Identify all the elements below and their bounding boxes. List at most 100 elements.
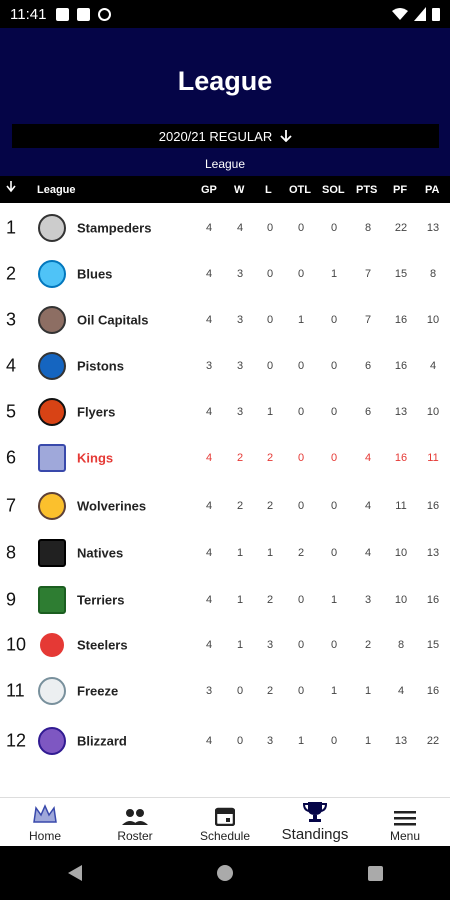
col-league[interactable]: League — [37, 184, 76, 196]
stat-pa: 15 — [426, 639, 440, 651]
stat-l: 1 — [266, 547, 274, 559]
table-row[interactable]: 2 Blues 4 3 0 0 1 7 15 8 — [0, 251, 450, 297]
stat-pf: 13 — [394, 735, 408, 747]
table-row[interactable]: 8 Natives 4 1 1 2 0 4 10 13 — [0, 530, 450, 576]
stat-pts: 8 — [364, 222, 372, 234]
stat-sol: 0 — [330, 639, 338, 651]
sort-arrow-icon[interactable] — [6, 181, 16, 196]
team-name: Stampeders — [77, 220, 152, 236]
league-subtitle: League — [204, 157, 246, 171]
stat-otl: 0 — [297, 222, 305, 234]
people-icon — [122, 809, 148, 825]
stat-otl: 0 — [297, 268, 305, 280]
team-name: Blues — [77, 266, 113, 282]
table-row[interactable]: 5 Flyers 4 3 1 0 0 6 13 10 — [0, 389, 450, 435]
stat-otl: 0 — [297, 452, 305, 464]
stat-otl: 1 — [297, 314, 305, 326]
nav-label-schedule: Schedule — [199, 829, 251, 843]
stat-l: 2 — [266, 685, 274, 697]
stat-l: 0 — [266, 314, 274, 326]
stat-sol: 1 — [330, 268, 338, 280]
home-icon[interactable] — [216, 865, 233, 881]
stat-w: 2 — [236, 452, 244, 464]
col-w[interactable]: W — [234, 184, 244, 196]
stat-gp: 4 — [205, 735, 213, 747]
stat-gp: 3 — [205, 685, 213, 697]
col-pts[interactable]: PTS — [356, 184, 377, 196]
nav-menu[interactable]: Menu — [360, 798, 450, 846]
stat-otl: 0 — [297, 639, 305, 651]
stat-pf: 4 — [397, 685, 405, 697]
col-otl[interactable]: OTL — [289, 184, 311, 196]
nav-roster[interactable]: Roster — [90, 798, 180, 846]
team-logo-icon — [38, 492, 66, 520]
team-name: Oil Capitals — [77, 312, 149, 328]
stat-pf: 16 — [394, 360, 408, 372]
stat-gp: 4 — [205, 547, 213, 559]
nav-schedule[interactable]: Schedule — [180, 798, 270, 846]
stat-sol: 0 — [330, 406, 338, 418]
row-rank: 3 — [6, 309, 17, 330]
notification-icon — [56, 7, 70, 21]
recents-icon[interactable] — [367, 865, 383, 881]
nav-home[interactable]: Home — [0, 798, 90, 846]
system-navigation-bar — [0, 846, 450, 900]
stat-otl: 1 — [297, 735, 305, 747]
stat-gp: 4 — [205, 268, 213, 280]
table-row[interactable]: 7 Wolverines 4 2 2 0 0 4 11 16 — [0, 483, 450, 529]
stat-l: 0 — [266, 268, 274, 280]
stat-pa: 4 — [429, 360, 437, 372]
calendar-icon — [215, 807, 235, 826]
stat-pa: 10 — [426, 314, 440, 326]
col-gp[interactable]: GP — [201, 184, 217, 196]
stat-w: 0 — [236, 735, 244, 747]
table-row[interactable]: 4 Pistons 3 3 0 0 0 6 16 4 — [0, 343, 450, 389]
stat-otl: 0 — [297, 360, 305, 372]
table-row[interactable]: 6 Kings 4 2 2 0 0 4 16 11 — [0, 435, 450, 481]
stat-otl: 2 — [297, 547, 305, 559]
row-rank: 4 — [6, 355, 17, 376]
table-row[interactable]: 9 Terriers 4 1 2 0 1 3 10 16 — [0, 577, 450, 623]
stat-gp: 4 — [205, 639, 213, 651]
table-row[interactable]: 11 Freeze 3 0 2 0 1 1 4 16 — [0, 668, 450, 714]
stat-w: 1 — [236, 547, 244, 559]
standings-header: League GP W L OTL SOL PTS PF PA — [0, 176, 450, 203]
col-pa[interactable]: PA — [425, 184, 439, 196]
stat-otl: 0 — [297, 594, 305, 606]
nav-standings[interactable]: Standings — [270, 798, 360, 846]
table-row[interactable]: 10 Steelers 4 1 3 0 0 2 8 15 — [0, 622, 450, 668]
stat-sol: 0 — [330, 314, 338, 326]
stat-pts: 2 — [364, 639, 372, 651]
col-l[interactable]: L — [265, 184, 272, 196]
stat-sol: 0 — [330, 222, 338, 234]
stat-l: 1 — [266, 406, 274, 418]
crown-logo-icon — [33, 804, 57, 823]
stat-w: 0 — [236, 685, 244, 697]
row-rank: 12 — [6, 730, 27, 751]
stat-pf: 11 — [395, 500, 407, 512]
row-rank: 1 — [6, 217, 17, 238]
stat-otl: 0 — [297, 406, 305, 418]
stat-w: 2 — [236, 500, 244, 512]
stat-l: 2 — [266, 452, 274, 464]
back-icon[interactable] — [67, 865, 82, 881]
stat-pf: 16 — [394, 452, 408, 464]
stat-pf: 10 — [394, 594, 408, 606]
col-sol[interactable]: SOL — [322, 184, 345, 196]
stat-l: 2 — [266, 500, 274, 512]
team-logo-icon — [38, 727, 66, 755]
table-row[interactable]: 3 Oil Capitals 4 3 0 1 0 7 16 10 — [0, 297, 450, 343]
stat-l: 3 — [266, 639, 274, 651]
col-pf[interactable]: PF — [393, 184, 407, 196]
table-row[interactable]: 12 Blizzard 4 0 3 1 0 1 13 22 — [0, 718, 450, 764]
stat-sol: 1 — [330, 685, 338, 697]
table-row[interactable]: 1 Stampeders 4 4 0 0 0 8 22 13 — [0, 205, 450, 251]
stat-w: 3 — [236, 360, 244, 372]
nav-label-home: Home — [28, 829, 61, 843]
team-logo-icon — [38, 539, 66, 567]
season-dropdown[interactable]: 2020/21 REGULAR — [12, 124, 439, 148]
nav-label-menu: Menu — [389, 829, 421, 843]
stat-w: 4 — [236, 222, 244, 234]
stat-w: 1 — [236, 594, 244, 606]
stat-gp: 4 — [205, 222, 213, 234]
